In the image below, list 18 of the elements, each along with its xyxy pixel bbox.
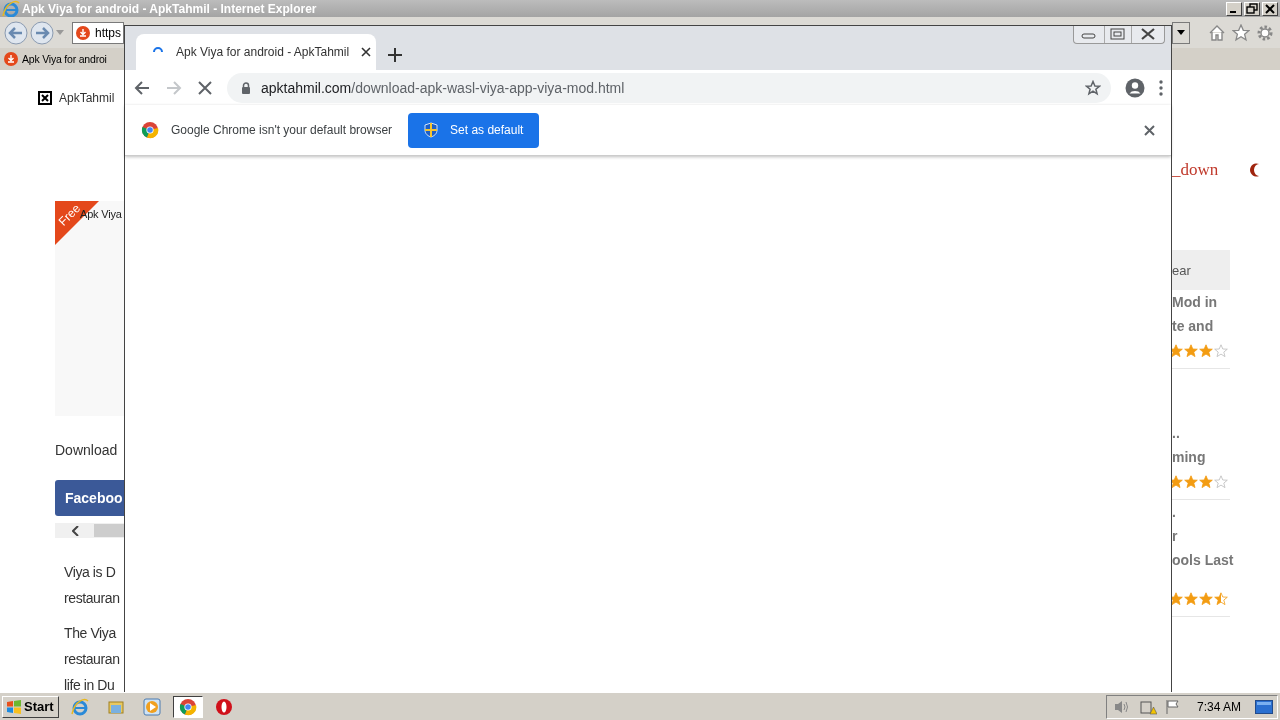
window-title: Apk Viya for android - ApkTahmil - Internet Explorer (22, 1, 318, 16)
infobar-message: Google Chrome isn't your default browser (171, 123, 393, 137)
section-heading: _down (1172, 160, 1219, 180)
post-title[interactable]: Mod in te and (1172, 290, 1230, 338)
browser-tab[interactable]: Apk Viya for androi (4, 52, 109, 66)
sidebar-tab[interactable]: ear (1172, 250, 1230, 290)
article-paragraph: Viya is D restauran (64, 563, 121, 608)
clock: 7:34 AM (1196, 699, 1241, 714)
start-button[interactable]: Start (2, 695, 59, 718)
facebook-button[interactable]: Faceboo (55, 480, 124, 516)
address-bar[interactable]: apktahmil.com/download-apk-wasl-viya-app-viya-mod.html (227, 72, 1111, 103)
article-paragraph: The Viya restauran life in Du (64, 624, 121, 692)
browser-tab[interactable]: Apk Viya for android - ApkTahmil (136, 34, 376, 70)
site-logo[interactable]: ApkTahmil (59, 91, 115, 105)
post-title[interactable]: .. ming (1172, 421, 1230, 469)
address-field[interactable]: https (72, 21, 124, 44)
download-text: Download (55, 442, 119, 458)
set-default-button[interactable]: Set as default (408, 112, 540, 148)
